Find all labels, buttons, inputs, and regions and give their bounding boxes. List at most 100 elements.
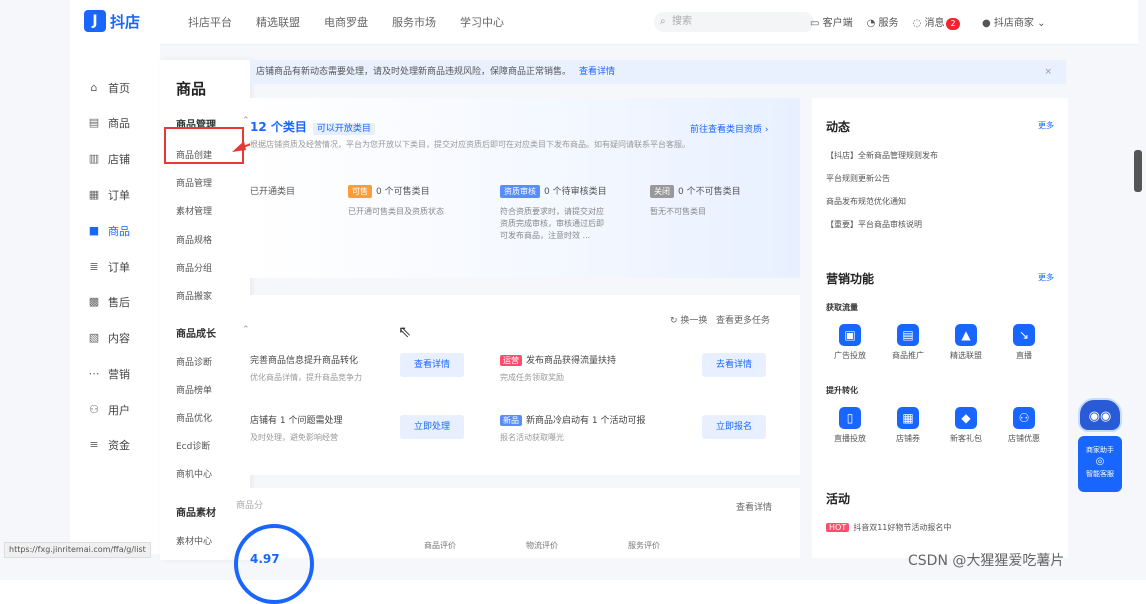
scrollbar[interactable]	[1134, 150, 1142, 192]
page: J 抖店 抖店平台 精选联盟 电商罗盘 服务市场 学习中心 ⌕ 搜索 ▭ 客户端…	[0, 0, 1146, 604]
submenu-item[interactable]: 商品规格	[176, 233, 212, 246]
banner-link[interactable]: 查看详情	[579, 67, 615, 77]
topnav-item[interactable]: 精选联盟	[256, 14, 300, 30]
more-tasks-link[interactable]: 查看更多任务	[716, 316, 770, 326]
sidebar-label: 用户	[108, 404, 130, 417]
score-section: 商品分	[236, 501, 264, 511]
service-link[interactable]: ◔ 服务	[867, 14, 899, 30]
task-button[interactable]: 立即报名	[702, 415, 766, 439]
people-icon: ⚇	[1013, 407, 1035, 429]
tools-title: 营销功能	[826, 272, 875, 286]
sidebar-label: 售后	[108, 296, 130, 309]
message-link[interactable]: ◌ 消息 2	[913, 14, 960, 30]
content-icon: ▧	[88, 331, 100, 344]
mouse-cursor-icon: ⇖	[398, 322, 412, 341]
goods-icon: ■	[88, 224, 100, 237]
sidebar-item-order[interactable]: ▦ 订单	[88, 187, 130, 203]
logo[interactable]: J 抖店	[84, 10, 140, 32]
sidebar-item-user[interactable]: ⚇ 用户	[88, 402, 130, 418]
news-item[interactable]: 商品发布规范优化通知	[826, 196, 906, 207]
topnav-item[interactable]: 电商罗盘	[324, 14, 368, 30]
submenu-item[interactable]: 素材中心	[176, 534, 212, 547]
tasks-card: ↻ 换一换 查看更多任务 完善商品信息提升商品转化 优化商品详情，提升商品竞争力…	[250, 295, 800, 475]
tool-discount[interactable]: ⚇ 店铺优惠	[1000, 407, 1048, 444]
sidebar-item-store[interactable]: ▥ 店铺	[88, 151, 130, 167]
submenu-item[interactable]: 商机中心	[176, 467, 212, 480]
sidebar-item-aftersale[interactable]: ▩ 售后	[88, 294, 130, 310]
assistant-label: 商家助手	[1086, 446, 1114, 454]
activity-item[interactable]: HOT 抖音双11好物节活动报名中	[826, 522, 951, 533]
task-sub: 及时处理，避免影响经营	[250, 433, 338, 442]
assistant-sub: 智能客服	[1086, 470, 1114, 478]
tool-newcomer[interactable]: ◆ 新客礼包	[942, 407, 990, 444]
sidebar-item-money[interactable]: ≡ 资金	[88, 437, 130, 453]
search-input[interactable]: ⌕ 搜索	[654, 12, 814, 32]
sidebar-item-product[interactable]: ■ 商品	[88, 223, 130, 239]
sidebar-label: 内容	[108, 332, 130, 345]
dynamic-more-link[interactable]: 更多	[1038, 120, 1054, 131]
submenu-group[interactable]: 商品素材⌃	[176, 504, 250, 519]
overview-more-link[interactable]: 前往查看类目资质 ›	[690, 122, 768, 135]
overview-tag[interactable]: 可以开放类目	[312, 123, 375, 135]
task-sub: 报名活动获取曝光	[500, 433, 564, 442]
tool-promote[interactable]: ▤ 商品推广	[884, 324, 932, 361]
task-title: 发布商品获得流量扶持	[526, 356, 617, 366]
sidebar-item-orders[interactable]: ≣ 订单	[88, 259, 130, 275]
overview-col: 资质审核 0 个待审核类目 符合资质要求时，请提交对应资质完成审核，审核通过后即可…	[500, 184, 610, 242]
score-label: 物流评价	[526, 541, 558, 550]
score-detail-link[interactable]: 查看详情	[736, 500, 772, 513]
col-pill: 关闭	[650, 185, 674, 198]
tools-more-link[interactable]: 更多	[1038, 272, 1054, 283]
promote-icon: ▤	[897, 324, 919, 346]
monitor-icon: ▭	[810, 18, 823, 29]
news-item[interactable]: 【重要】平台商品审核说明	[826, 219, 922, 230]
submenu-item[interactable]: Ecd诊断	[176, 439, 210, 452]
top-header: J 抖店 抖店平台 精选联盟 电商罗盘 服务市场 学习中心 ⌕ 搜索 ▭ 客户端…	[70, 0, 1138, 45]
topnav-item[interactable]: 抖店平台	[188, 14, 232, 30]
tool-live[interactable]: ↘ 直播	[1000, 324, 1048, 361]
submenu-item[interactable]: 商品管理	[176, 176, 212, 189]
submenu-item[interactable]: 商品诊断	[176, 355, 212, 368]
submenu-group[interactable]: 商品成长 ⌃	[176, 325, 250, 340]
shield-icon: ◎	[1095, 456, 1105, 467]
sidebar-item-goods[interactable]: ▤ 商品	[88, 115, 130, 131]
phone-icon: ▯	[839, 407, 861, 429]
sidebar-item-home[interactable]: ⌂ 首页	[88, 80, 131, 96]
client-link[interactable]: ▭ 客户端	[810, 14, 853, 30]
overview-col: 可售 0 个可售类目 已开通可售类目及资质状态	[348, 184, 458, 218]
alliance-icon: ▲	[955, 324, 977, 346]
sidebar-item-marketing[interactable]: ⋯ 营销	[88, 366, 131, 382]
user-menu[interactable]: ● 抖店商家 ⌄	[982, 14, 1045, 29]
submenu-item[interactable]: 商品榜单	[176, 383, 212, 396]
task-row: 新品 新商品冷启动有 1 个活动可报 报名活动获取曝光	[500, 413, 645, 443]
submenu-item[interactable]: 商品搬家	[176, 289, 212, 302]
tool-label: 店铺优惠	[1008, 434, 1040, 443]
assistant-widget[interactable]: ◉◉ 商家助手 ◎ 智能客服	[1078, 398, 1124, 494]
refresh-link[interactable]: 换一换	[680, 316, 707, 326]
watermark: CSDN @大猩猩爱吃薯片	[908, 553, 1065, 569]
news-item[interactable]: 平台规则更新公告	[826, 173, 890, 184]
tool-alliance[interactable]: ▲ 精选联盟	[942, 324, 990, 361]
submenu-item[interactable]: 素材管理	[176, 204, 212, 217]
hot-badge: HOT	[826, 523, 850, 532]
tool-live-ad[interactable]: ▯ 直播投放	[826, 407, 874, 444]
submenu-item[interactable]: 商品分组	[176, 261, 212, 274]
tool-coupon[interactable]: ▦ 店铺券	[884, 407, 932, 444]
topnav-item[interactable]: 服务市场	[392, 14, 436, 30]
task-button[interactable]: 立即处理	[400, 415, 464, 439]
submenu-item[interactable]: 商品优化	[176, 411, 212, 424]
task-button[interactable]: 查看详情	[400, 353, 464, 377]
task-button[interactable]: 去看详情	[702, 353, 766, 377]
col-label: 0 个待审核类目	[544, 187, 607, 197]
store-icon: ▥	[88, 152, 100, 165]
tool-ad[interactable]: ▣ 广告投放	[826, 324, 874, 361]
task-title: 店铺有 1 个问题需处理	[250, 416, 343, 426]
tool-label: 商品推广	[892, 351, 924, 360]
score-card: 商品分 4.97 商品评价 物流评价 服务评价 查看详情	[228, 488, 800, 604]
tool-label: 新客礼包	[950, 434, 982, 443]
close-icon[interactable]: ×	[1044, 60, 1052, 84]
notification-badge: 2	[946, 18, 960, 30]
topnav-item[interactable]: 学习中心	[460, 14, 504, 30]
sidebar-item-content[interactable]: ▧ 内容	[88, 330, 130, 346]
news-item[interactable]: 【抖店】全新商品管理规则发布	[826, 150, 938, 161]
